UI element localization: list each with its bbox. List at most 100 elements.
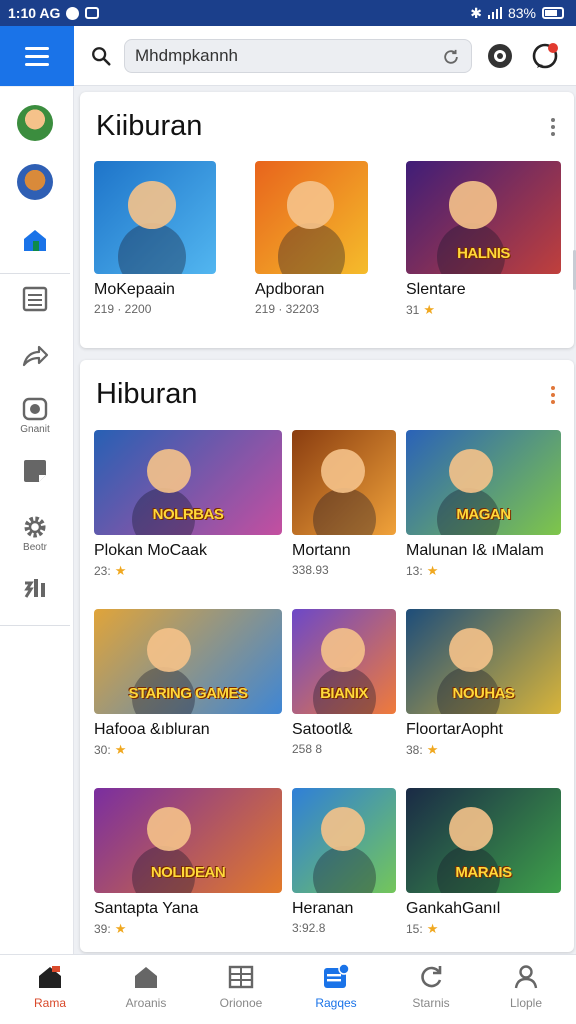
battery-percent: 83% [507,5,536,21]
search-icon[interactable] [90,45,112,67]
game-title[interactable]: Santapta Yana [94,900,282,918]
game-logo-text: NOUHAS [452,685,515,702]
artwork-character [146,448,191,493]
game-thumbnail[interactable]: NOLIDEAN [94,788,282,893]
game-title[interactable]: Plokan MoCaak [94,542,282,560]
artwork-shape [118,223,187,274]
game-thumbnail[interactable]: HALNIS [406,161,561,274]
game-logo-text: MARAIS [455,864,512,881]
game-tile[interactable]: BIANIX Satootl& 258 8 [292,609,396,756]
game-title[interactable]: Heranan [292,900,396,918]
gear-icon [24,516,46,538]
status-time: 1:10 AG [8,5,61,21]
game-tile[interactable]: STARING GAMES Hafooa &ıbluran 30: ★ [94,609,282,758]
game-meta: 15: ★ [406,921,561,937]
star-icon: ★ [114,742,127,757]
grid-icon [228,965,254,989]
game-tile[interactable]: MARAIS GankahGanıl 15: ★ [406,788,561,937]
game-thumbnail[interactable]: NOLRBAS [94,430,282,535]
artwork-character [286,181,335,229]
game-tile[interactable]: NOUHAS FloortarAopht 38: ★ [406,609,561,758]
game-title[interactable]: Hafooa &ıbluran [94,721,282,739]
artwork-shape [312,487,376,535]
rail-chat[interactable] [0,457,70,485]
home-icon [39,966,61,988]
section-title: Hiburan [96,378,198,410]
rail-share[interactable] [0,341,70,371]
game-title[interactable]: FloortarAopht [406,721,561,739]
nav-stats[interactable]: Starnis [383,963,479,1010]
game-tile[interactable]: NOLRBAS Plokan MoCaak 23: ★ [94,430,282,579]
artwork-shape [312,845,376,893]
game-thumbnail[interactable] [94,161,216,274]
game-thumbnail[interactable]: STARING GAMES [94,609,282,714]
game-tile[interactable]: Apdboran 219 · 32203 [255,161,368,316]
rail-settings[interactable]: Beotr [0,513,70,553]
game-title[interactable]: Slentare [406,281,561,299]
house-icon [135,967,157,988]
artwork-character [128,181,176,229]
messenger-icon [66,6,80,20]
signal-icon [487,7,502,19]
artwork-character [449,806,494,851]
artwork-character [449,448,494,493]
search-field[interactable] [124,39,472,73]
game-thumbnail[interactable] [255,161,368,274]
game-title[interactable]: Apdboran [255,281,368,299]
nav-home[interactable]: Rama [2,963,98,1010]
section-card-1: Kiiburan MoKepaain 219 · 2200 Apdboran 219 … [80,92,574,348]
star-icon: ★ [426,563,439,578]
game-rating-value: 258 8 [292,742,323,756]
bluetooth-icon: ✱ [470,4,482,21]
game-tile[interactable]: NOLIDEAN Santapta Yana 39: ★ [94,788,282,937]
rail-avatar-2[interactable] [0,164,70,200]
rail-list[interactable] [0,285,70,313]
game-logo-text: HALNIS [457,245,510,262]
game-logo-text: BIANIX [320,685,368,702]
game-meta: 30: ★ [94,742,282,758]
game-rating-value: 219 · 32203 [255,302,320,316]
game-tile[interactable]: HALNIS Slentare 31 ★ [406,161,561,318]
game-title[interactable]: Mortann [292,542,396,560]
game-meta: 338.93 [292,563,396,577]
nav-library[interactable]: Ragqes [288,963,384,1010]
game-tile[interactable]: Heranan 3:92.8 [292,788,396,935]
avatar [17,105,53,141]
game-title[interactable]: GankahGanıl [406,900,561,918]
rail-home[interactable] [0,225,70,255]
search-input[interactable] [125,40,415,72]
game-thumbnail[interactable] [292,430,396,535]
game-title[interactable]: MoKepaain [94,281,216,299]
game-thumbnail[interactable]: BIANIX [292,609,396,714]
game-tile[interactable]: MAGAN Malunan I& ıMalam 13: ★ [406,430,561,579]
game-meta: 219 · 32203 [255,302,368,316]
game-thumbnail[interactable] [292,788,396,893]
game-meta: 219 · 2200 [94,302,216,316]
rail-games[interactable]: Gnanit [0,395,70,435]
game-tile[interactable]: MoKepaain 219 · 2200 [94,161,216,316]
game-thumbnail[interactable]: MARAIS [406,788,561,893]
more-options-icon[interactable] [550,118,556,136]
game-title[interactable]: Malunan I& ıMalam [406,542,561,560]
home-icon [24,230,46,251]
hamburger-menu-button[interactable] [0,26,74,86]
section-title: Kiiburan [96,110,203,142]
reload-icon[interactable] [441,47,461,67]
game-meta: 3:92.8 [292,921,396,935]
status-bar: 1:10 AG ✱ 83% [0,0,576,26]
star-icon: ★ [114,563,127,578]
game-thumbnail[interactable]: MAGAN [406,430,561,535]
nav-apps[interactable]: Aroanis [98,963,194,1010]
game-thumbnail[interactable]: NOUHAS [406,609,561,714]
nav-label: Aroanis [125,996,167,1010]
nav-grid[interactable]: Orionoe [193,963,289,1010]
more-options-icon[interactable] [550,386,556,404]
chat-notification-icon[interactable] [531,42,559,70]
star-icon: ★ [114,921,127,936]
camera-icon[interactable] [486,42,514,70]
game-title[interactable]: Satootl& [292,721,396,739]
rail-avatar-1[interactable] [0,105,70,141]
rail-stats[interactable] [0,575,70,603]
nav-profile[interactable]: Llople [478,963,574,1010]
game-tile[interactable]: Mortann 338.93 [292,430,396,577]
